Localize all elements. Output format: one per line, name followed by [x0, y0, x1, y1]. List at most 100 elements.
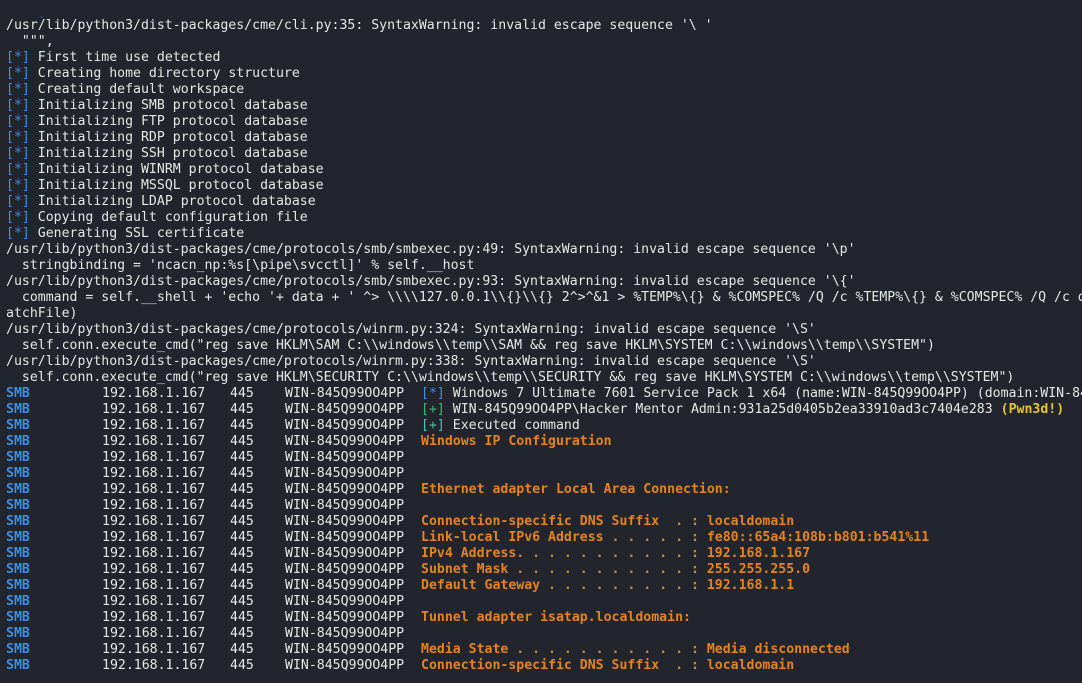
warning-text: command = self.__shell + 'echo '+ data +…: [21, 290, 1082, 305]
output-message: Link-local IPv6 Address . . . . . : fe80…: [421, 530, 929, 546]
host-port: 445: [230, 562, 254, 577]
smb-output-row: SMB 192.168.1.167 445 WIN-845Q99OO4PP [+] Ex…: [0, 418, 1082, 434]
host-name: WIN-845Q99OO4PP: [285, 642, 405, 657]
info-text: Creating default workspace: [37, 82, 245, 97]
message-text: Link-local IPv6 Address . . . . . : fe80…: [421, 530, 930, 545]
protocol-label: SMB: [6, 546, 30, 561]
smb-output-row: SMB 192.168.1.167 445 WIN-845Q99OO4PP IPv4 A…: [0, 546, 1082, 562]
smb-output-row: SMB 192.168.1.167 445 WIN-845Q99OO4PP Defaul…: [0, 578, 1082, 594]
info-text: Initializing MSSQL protocol database: [37, 178, 324, 193]
info-text: Initializing SSH protocol database: [37, 146, 308, 161]
info-text: Initializing RDP protocol database: [37, 130, 308, 145]
info-line: [*] Initializing SMB protocol database: [0, 98, 1082, 114]
info-tag: [*]: [6, 210, 30, 225]
warning-line: /usr/lib/python3/dist-packages/cme/proto…: [0, 354, 1082, 370]
message-text: Connection-specific DNS Suffix . : local…: [421, 658, 795, 673]
info-line: [*] Initializing FTP protocol database: [0, 114, 1082, 130]
host-ip: 192.168.1.167: [102, 594, 206, 609]
host-ip: 192.168.1.167: [102, 546, 206, 561]
output-message: [+] Executed command: [421, 418, 580, 434]
host-ip: 192.168.1.167: [102, 610, 206, 625]
smb-output-row: SMB 192.168.1.167 445 WIN-845Q99OO4PP Link-l…: [0, 530, 1082, 546]
host-port: 445: [230, 498, 254, 513]
host-port: 445: [230, 594, 254, 609]
smb-output-row: SMB 192.168.1.167 445 WIN-845Q99OO4PP Connec…: [0, 514, 1082, 530]
host-name: WIN-845Q99OO4PP: [285, 530, 405, 545]
info-line: [*] Initializing RDP protocol database: [0, 130, 1082, 146]
host-name: WIN-845Q99OO4PP: [285, 386, 405, 401]
message-text: WIN-845Q99OO4PP\Hacker Mentor Admin:931a…: [452, 402, 993, 417]
info-line: [*] Initializing MSSQL protocol database: [0, 178, 1082, 194]
host-ip: 192.168.1.167: [102, 450, 206, 465]
warning-text: /usr/lib/python3/dist-packages/cme/proto…: [6, 242, 856, 257]
host-port: 445: [230, 514, 254, 529]
host-port: 445: [230, 434, 254, 449]
host-port: 445: [230, 578, 254, 593]
warning-text: /usr/lib/python3/dist-packages/cme/proto…: [6, 354, 816, 369]
info-line: [*] Initializing LDAP protocol database: [0, 194, 1082, 210]
output-message: [+] WIN-845Q99OO4PP\Hacker Mentor Admin:…: [421, 402, 1064, 418]
host-port: 445: [230, 450, 254, 465]
host-name: WIN-845Q99OO4PP: [285, 562, 405, 577]
host-port: 445: [230, 482, 254, 497]
warning-text: """,: [6, 34, 54, 49]
info-tag: [*]: [6, 98, 30, 113]
host-ip: 192.168.1.167: [102, 434, 206, 449]
info-tag: [*]: [6, 50, 30, 65]
host-port: 445: [230, 626, 254, 641]
warning-line: /usr/lib/python3/dist-packages/cme/proto…: [0, 274, 1082, 290]
terminal-window[interactable]: └─$ crackmapexec smb 192.168.1.167 -u "H…: [0, 0, 1082, 683]
host-name: WIN-845Q99OO4PP: [285, 594, 405, 609]
info-tag: [*]: [6, 178, 30, 193]
info-text: Initializing FTP protocol database: [37, 114, 308, 129]
host-port: 445: [230, 642, 254, 657]
host-ip: 192.168.1.167: [102, 530, 206, 545]
info-tag: [*]: [6, 114, 30, 129]
info-text: First time use detected: [37, 50, 221, 65]
smb-output: SMB 192.168.1.167 445 WIN-845Q99OO4PP [*] Wi…: [0, 386, 1082, 674]
output-message: Media State . . . . . . . . . . . : Medi…: [421, 642, 850, 658]
output-message: [*] Windows 7 Ultimate 7601 Service Pack…: [421, 386, 1082, 402]
warning-text: stringbinding = 'ncacn_np:%s[\pipe\svcct…: [6, 258, 475, 273]
smb-output-row: SMB 192.168.1.167 445 WIN-845Q99OO4PP: [0, 626, 1082, 642]
host-name: WIN-845Q99OO4PP: [285, 626, 405, 641]
protocol-label: SMB: [6, 498, 30, 513]
output-message: Tunnel adapter isatap.localdomain:: [421, 610, 691, 626]
protocol-label: SMB: [6, 466, 30, 481]
pwned-badge: (Pwn3d!): [1000, 402, 1065, 417]
host-name: WIN-845Q99OO4PP: [285, 514, 405, 529]
host-port: 445: [230, 402, 254, 417]
smb-output-row: SMB 192.168.1.167 445 WIN-845Q99OO4PP [+] WI…: [0, 402, 1082, 418]
protocol-label: SMB: [6, 626, 30, 641]
smb-output-row: SMB 192.168.1.167 445 WIN-845Q99OO4PP Ethern…: [0, 482, 1082, 498]
info-line: [*] Initializing SSH protocol database: [0, 146, 1082, 162]
host-ip: 192.168.1.167: [102, 562, 206, 577]
warning-line: self.conn.execute_cmd("reg save HKLM\SEC…: [0, 370, 1082, 386]
warning-line: stringbinding = 'ncacn_np:%s[\pipe\svcct…: [0, 258, 1082, 274]
smb-output-row: SMB 192.168.1.167 445 WIN-845Q99OO4PP Media …: [0, 642, 1082, 658]
smb-output-row: SMB 192.168.1.167 445 WIN-845Q99OO4PP Subnet…: [0, 562, 1082, 578]
protocol-label: SMB: [6, 578, 30, 593]
protocol-label: SMB: [6, 514, 30, 529]
protocol-label: SMB: [6, 482, 30, 497]
host-name: WIN-845Q99OO4PP: [285, 434, 405, 449]
smb-output-row: SMB 192.168.1.167 445 WIN-845Q99OO4PP Tunnel…: [0, 610, 1082, 626]
host-ip: 192.168.1.167: [102, 626, 206, 641]
info-text: Initializing LDAP protocol database: [37, 194, 316, 209]
host-port: 445: [230, 386, 254, 401]
warning-line: /usr/lib/python3/dist-packages/cme/proto…: [0, 322, 1082, 338]
warning-line: """,: [0, 34, 1082, 50]
output-message: IPv4 Address. . . . . . . . . . . : 192.…: [421, 546, 810, 562]
message-text: Default Gateway . . . . . . . . . : 192.…: [421, 578, 795, 593]
host-port: 445: [230, 546, 254, 561]
smb-output-row: SMB 192.168.1.167 445 WIN-845Q99OO4PP Connec…: [0, 658, 1082, 674]
host-port: 445: [230, 530, 254, 545]
host-name: WIN-845Q99OO4PP: [285, 658, 405, 673]
output-message: Subnet Mask . . . . . . . . . . . : 255.…: [421, 562, 810, 578]
info-line: [*] Initializing WINRM protocol database: [0, 162, 1082, 178]
protocol-label: SMB: [6, 642, 30, 657]
host-ip: 192.168.1.167: [102, 642, 206, 657]
command-prompt-line: └─$ crackmapexec smb 192.168.1.167 -u "H…: [0, 2, 1082, 18]
protocol-label: SMB: [6, 610, 30, 625]
info-tag: [*]: [6, 130, 30, 145]
